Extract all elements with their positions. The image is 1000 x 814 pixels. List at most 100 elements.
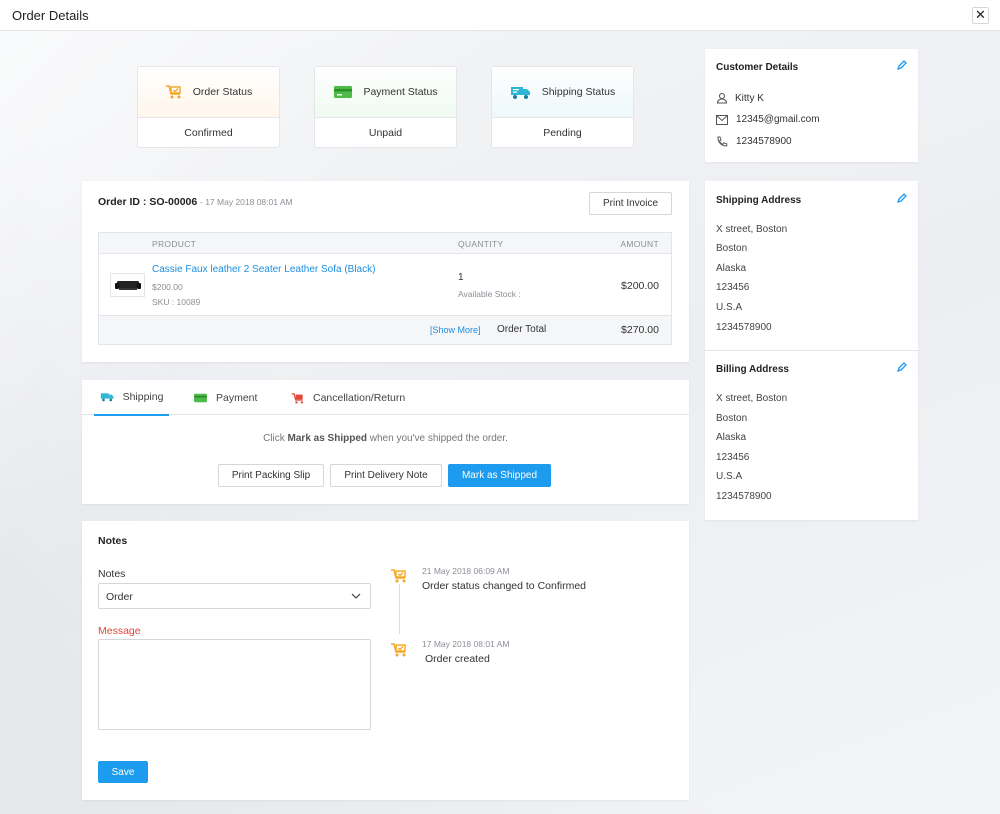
shipping-address-title: Shipping Address	[716, 195, 802, 206]
fulfillment-card: Shipping Payment Cancellation/Return Cli…	[82, 380, 689, 504]
order-id: Order ID : SO-00006	[98, 196, 198, 208]
tab-cancellation-label: Cancellation/Return	[313, 392, 406, 404]
address-card: Shipping Address X street, Boston Boston…	[705, 181, 918, 520]
timeline-date: 17 May 2018 08:01 AM	[422, 639, 510, 649]
timeline-line	[399, 584, 400, 634]
address-divider	[705, 350, 918, 351]
order-total-label: Order Total	[497, 324, 547, 335]
order-status-card: Order Status Confirmed	[137, 66, 280, 148]
chevron-down-icon	[351, 591, 361, 603]
billing-address-title: Billing Address	[716, 364, 789, 375]
product-sku: SKU : 10089	[152, 297, 201, 307]
edit-customer-button[interactable]	[896, 59, 908, 74]
product-amount: $200.00	[621, 280, 659, 292]
edit-shipping-address-button[interactable]	[896, 192, 908, 207]
window-title: Order Details	[12, 8, 89, 23]
tab-payment-label: Payment	[216, 392, 258, 404]
order-date: - 17 May 2018 08:01 AM	[200, 197, 293, 207]
shipping-status-label: Shipping Status	[541, 86, 616, 98]
show-more-link[interactable]: [Show More]	[430, 325, 481, 335]
shipping-address-line: Alaska	[716, 263, 747, 274]
payment-status-card: Payment Status Unpaid	[314, 66, 457, 148]
product-thumbnail	[110, 273, 145, 297]
notes-card: Notes Notes Order Message Save 21 May 20…	[82, 521, 689, 800]
payment-status-label: Payment Status	[363, 86, 438, 98]
column-product: PRODUCT	[152, 239, 197, 249]
tab-shipping-label: Shipping	[122, 391, 164, 403]
pencil-icon	[896, 193, 907, 204]
message-label: Message	[98, 625, 141, 637]
billing-address-line: X street, Boston	[716, 393, 788, 404]
tab-cancellation-return[interactable]: Cancellation/Return	[291, 380, 405, 416]
order-total-value: $270.00	[621, 324, 659, 336]
shipping-hint: Click Mark as Shipped when you've shippe…	[82, 433, 689, 444]
cart-check-icon	[165, 84, 183, 100]
sofa-image	[114, 281, 141, 290]
order-status-label: Order Status	[192, 86, 253, 98]
print-delivery-note-button[interactable]: Print Delivery Note	[330, 464, 442, 487]
hint-suffix: when you've shipped the order.	[367, 433, 508, 444]
billing-address-line: 1234578900	[716, 491, 772, 502]
notes-select[interactable]: Order	[98, 583, 371, 609]
customer-phone: 1234578900	[736, 136, 792, 147]
edit-billing-address-button[interactable]	[896, 361, 908, 376]
column-quantity: QUANTITY	[458, 239, 504, 249]
hint-prefix: Click	[263, 433, 288, 444]
shipping-address-line: 1234578900	[716, 322, 772, 333]
timeline-date: 21 May 2018 06:09 AM	[422, 566, 510, 576]
timeline-cart-icon	[390, 642, 408, 661]
shipping-address-line: Boston	[716, 243, 748, 254]
shipping-address-line: 123456	[716, 282, 750, 293]
timeline-text: Order created	[425, 653, 490, 665]
close-button[interactable]: ✕	[972, 7, 989, 24]
notes-title: Notes	[98, 535, 128, 547]
billing-address-line: Boston	[716, 413, 748, 424]
tab-payment[interactable]: Payment	[193, 380, 257, 416]
hint-bold: Mark as Shipped	[287, 433, 367, 444]
delivery-truck-icon	[510, 85, 532, 100]
card-icon	[193, 393, 208, 403]
product-price: $200.00	[152, 282, 183, 292]
table-footer: [Show More] Order Total $270.00	[99, 315, 671, 344]
save-button[interactable]: Save	[98, 761, 148, 783]
print-packing-slip-button[interactable]: Print Packing Slip	[218, 464, 324, 487]
shipping-status-value: Pending	[543, 127, 582, 139]
tab-shipping[interactable]: Shipping	[94, 380, 169, 416]
order-items-table: PRODUCT QUANTITY AMOUNT Cassie Faux leat…	[98, 232, 672, 345]
payment-status-value: Unpaid	[368, 127, 403, 139]
billing-address-line: Alaska	[716, 432, 747, 443]
order-status-value: Confirmed	[184, 127, 233, 139]
available-stock: Available Stock :	[458, 289, 521, 299]
pencil-icon	[896, 60, 907, 71]
order-card: Order ID : SO-00006 - 17 May 2018 08:01 …	[82, 181, 689, 362]
customer-details-title: Customer Details	[716, 62, 799, 73]
message-textarea[interactable]	[98, 639, 371, 730]
timeline-text: Order status changed to Confirmed	[422, 580, 587, 592]
table-header: PRODUCT QUANTITY AMOUNT	[99, 233, 671, 254]
customer-email: 12345@gmail.com	[736, 114, 820, 125]
notes-select-value: Order	[106, 591, 133, 603]
close-icon: ✕	[975, 7, 986, 22]
customer-name: Kitty K	[735, 93, 764, 104]
pencil-icon	[896, 362, 907, 373]
notes-label: Notes	[98, 568, 126, 580]
print-invoice-button[interactable]: Print Invoice	[589, 192, 672, 215]
truck-icon	[100, 392, 115, 402]
shipping-address-line: X street, Boston	[716, 224, 788, 235]
billing-address-line: U.S.A	[716, 471, 743, 482]
timeline-cart-icon	[390, 568, 408, 587]
product-name-link[interactable]: Cassie Faux leather 2 Seater Leather Sof…	[152, 264, 375, 275]
customer-details-card: Customer Details Kitty K 12345@gmail.com…	[705, 49, 918, 162]
user-icon	[716, 92, 728, 107]
credit-card-icon	[333, 85, 353, 99]
cart-return-icon	[291, 392, 305, 405]
title-bar: Order Details ✕	[0, 0, 1000, 31]
shipping-status-card: Shipping Status Pending	[491, 66, 634, 148]
column-amount: AMOUNT	[620, 239, 659, 249]
billing-address-line: 123456	[716, 452, 750, 463]
product-quantity: 1	[458, 272, 464, 283]
shipping-address-line: U.S.A	[716, 302, 743, 313]
mark-as-shipped-button[interactable]: Mark as Shipped	[448, 464, 551, 487]
mail-icon	[716, 115, 728, 128]
phone-icon	[716, 136, 728, 151]
